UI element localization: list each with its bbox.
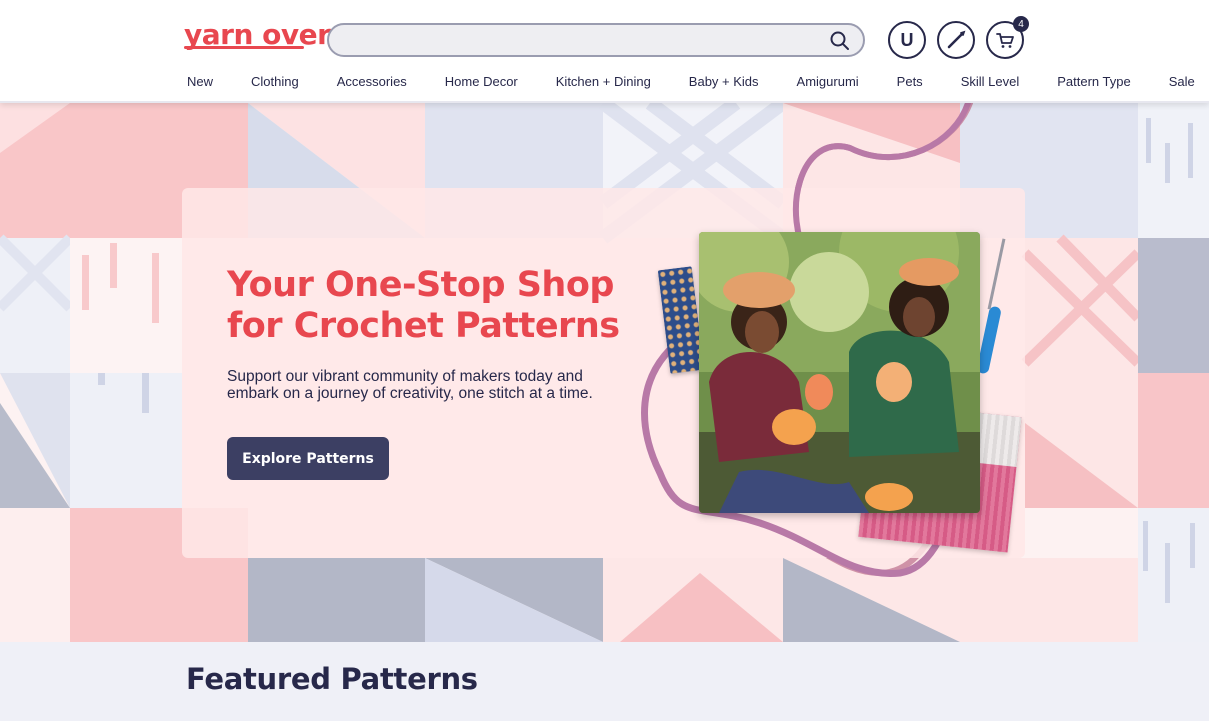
nav-item-skill-level[interactable]: Skill Level bbox=[954, 73, 1027, 91]
hero-title: Your One-Stop Shop for Crochet Patterns bbox=[227, 265, 647, 347]
nav-item-home-decor[interactable]: Home Decor bbox=[438, 73, 525, 91]
search-input[interactable] bbox=[329, 25, 809, 55]
logo-underline bbox=[184, 46, 304, 49]
nav-item-pattern-type[interactable]: Pattern Type bbox=[1050, 73, 1137, 91]
search-icon bbox=[830, 31, 849, 50]
account-button[interactable]: U bbox=[888, 21, 926, 59]
search-button[interactable] bbox=[829, 30, 851, 52]
nav-item-new[interactable]: New bbox=[180, 73, 220, 91]
cart-button[interactable]: 4 bbox=[986, 16, 1029, 59]
cart-count-badge: 4 bbox=[1013, 16, 1029, 32]
nav-item-clothing[interactable]: Clothing bbox=[244, 73, 306, 91]
nav-item-kitchen-dining[interactable]: Kitchen + Dining bbox=[549, 73, 658, 91]
hero-subtitle: Support our vibrant community of makers … bbox=[227, 368, 593, 402]
nav-item-pets[interactable]: Pets bbox=[890, 73, 930, 91]
nav-item-sale[interactable]: Sale bbox=[1162, 73, 1202, 91]
featured-section bbox=[0, 642, 1209, 721]
search-bar bbox=[327, 23, 865, 57]
main-nav: New Clothing Accessories Home Decor Kitc… bbox=[180, 73, 1202, 91]
create-pattern-button[interactable] bbox=[937, 21, 975, 59]
explore-patterns-button[interactable]: Explore Patterns bbox=[227, 437, 389, 480]
hero-title-line-1: Your One-Stop Shop bbox=[227, 265, 614, 305]
hero-photo bbox=[699, 232, 980, 513]
site-header: yarn over U 4 New Clothing Accessories H… bbox=[0, 0, 1209, 103]
featured-title: Featured Patterns bbox=[186, 662, 478, 696]
hero-title-line-2: for Crochet Patterns bbox=[227, 306, 620, 346]
nav-item-accessories[interactable]: Accessories bbox=[330, 73, 414, 91]
cart-icon bbox=[996, 33, 1014, 48]
nav-item-baby-kids[interactable]: Baby + Kids bbox=[682, 73, 766, 91]
crochet-hook-icon bbox=[947, 30, 966, 49]
user-icon: U bbox=[900, 29, 914, 50]
nav-item-amigurumi[interactable]: Amigurumi bbox=[790, 73, 866, 91]
crocheting-friends-photo bbox=[699, 232, 980, 513]
